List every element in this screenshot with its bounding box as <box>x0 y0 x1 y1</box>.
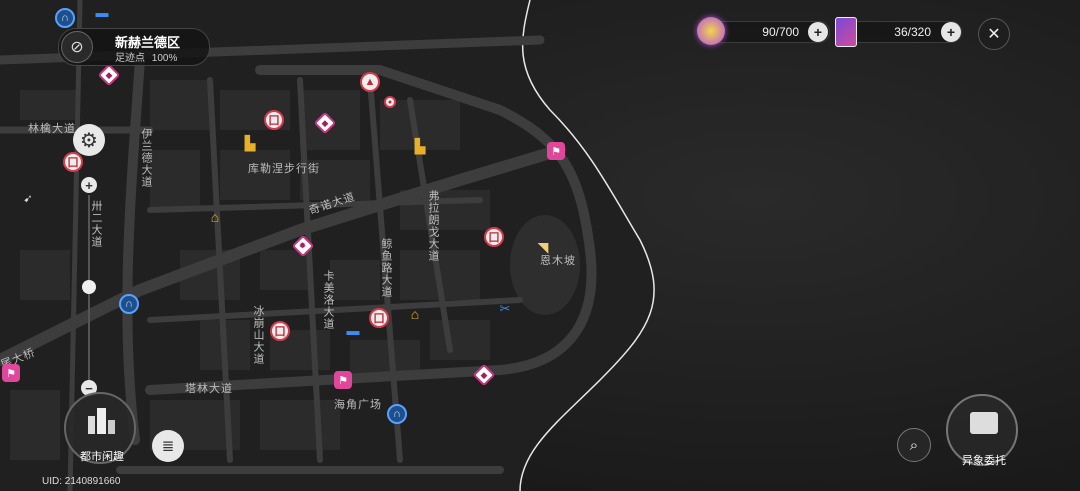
gear-icon[interactable]: ⚙ <box>73 124 105 156</box>
street-label-kule: 库勒涅步行街 <box>248 163 320 175</box>
flag-icon[interactable]: ⚑ <box>2 364 20 382</box>
flag-icon[interactable]: ⚑ <box>334 371 352 389</box>
street-label-kamei: 卡美洛大道 <box>322 270 334 330</box>
shop-icon[interactable]: 囗 <box>369 308 389 328</box>
bird-icon[interactable]: ➹ <box>18 188 38 208</box>
compass-icon[interactable]: ⊘ <box>61 31 93 63</box>
district-panel: ⊘ 新赫兰德区 足迹点 100% <box>58 28 210 66</box>
close-button[interactable]: ✕ <box>978 18 1010 50</box>
search-icon[interactable]: ⌕ <box>897 428 931 462</box>
city-fun-button[interactable]: 都市闲趣 <box>64 392 136 464</box>
shop-icon[interactable]: 囗 <box>264 110 284 130</box>
small-marker-icon[interactable]: ● <box>384 96 396 108</box>
street-label-yilan: 伊兰德大道 <box>140 128 152 188</box>
repair-icon[interactable]: ✂ <box>495 299 515 319</box>
teleport-icon[interactable]: ∩ <box>119 294 139 314</box>
street-label-linyu: 林檎大道 <box>28 123 76 135</box>
task-list-icon[interactable]: ≣ <box>152 430 184 462</box>
teleport-icon[interactable]: ∩ <box>55 8 75 28</box>
card-pack-icon <box>835 17 857 47</box>
bank-icon[interactable]: ⌂ <box>405 304 425 324</box>
car-icon[interactable]: ▬ <box>343 320 363 340</box>
folder-icon <box>970 412 998 434</box>
street-label-fulang: 弗拉朗戈大道 <box>427 190 439 262</box>
place-label-haijiao: 海角广场 <box>334 399 382 411</box>
shop-icon[interactable]: 囗 <box>484 227 504 247</box>
light-icon[interactable]: ◥ <box>533 237 553 257</box>
footprint-row: 足迹点 100% <box>115 49 177 64</box>
add-card-button[interactable]: + <box>941 22 961 42</box>
street-label-left: 卅二大道 <box>90 200 102 248</box>
street-label-bingshan: 冰崩山大道 <box>252 305 264 365</box>
card-value: 36/320 <box>894 25 931 39</box>
building-icon[interactable]: ▙ <box>240 133 260 153</box>
tower-icon[interactable]: ▲ <box>360 72 380 92</box>
energy-orb-icon <box>697 17 725 45</box>
footprint-value: 100% <box>151 53 178 64</box>
flag-icon[interactable]: ⚑ <box>547 142 565 160</box>
shop-icon[interactable]: 囗 <box>63 152 83 172</box>
commission-label: 异象委托 <box>962 455 1006 467</box>
home-icon[interactable]: ⌂ <box>205 207 225 227</box>
add-energy-button[interactable]: + <box>808 22 828 42</box>
energy-value: 90/700 <box>762 25 799 39</box>
buildings-icon <box>88 408 116 434</box>
street-label-luyu: 鲸鱼路大道 <box>380 238 392 298</box>
car-icon[interactable]: ▬ <box>92 2 112 22</box>
shop-icon[interactable]: 囗 <box>270 321 290 341</box>
teleport-icon[interactable]: ∩ <box>387 404 407 424</box>
city-fun-label: 都市闲趣 <box>80 451 124 463</box>
uid-text: UID: 2140891660 <box>42 476 121 487</box>
map-screen: 林檎大道 库勒涅步行街 奇诺大道 弗拉朗戈大道 鲸鱼路大道 卡美洛大道 冰崩山大… <box>0 0 1080 491</box>
footprint-label: 足迹点 <box>115 53 145 64</box>
zoom-slider-handle[interactable] <box>82 280 96 294</box>
anomaly-commission-button[interactable]: 异象委托 <box>946 394 1018 467</box>
zoom-in-button[interactable]: + <box>81 177 97 193</box>
building-icon[interactable]: ▙ <box>410 136 430 156</box>
street-label-talin: 塔林大道 <box>185 383 233 395</box>
